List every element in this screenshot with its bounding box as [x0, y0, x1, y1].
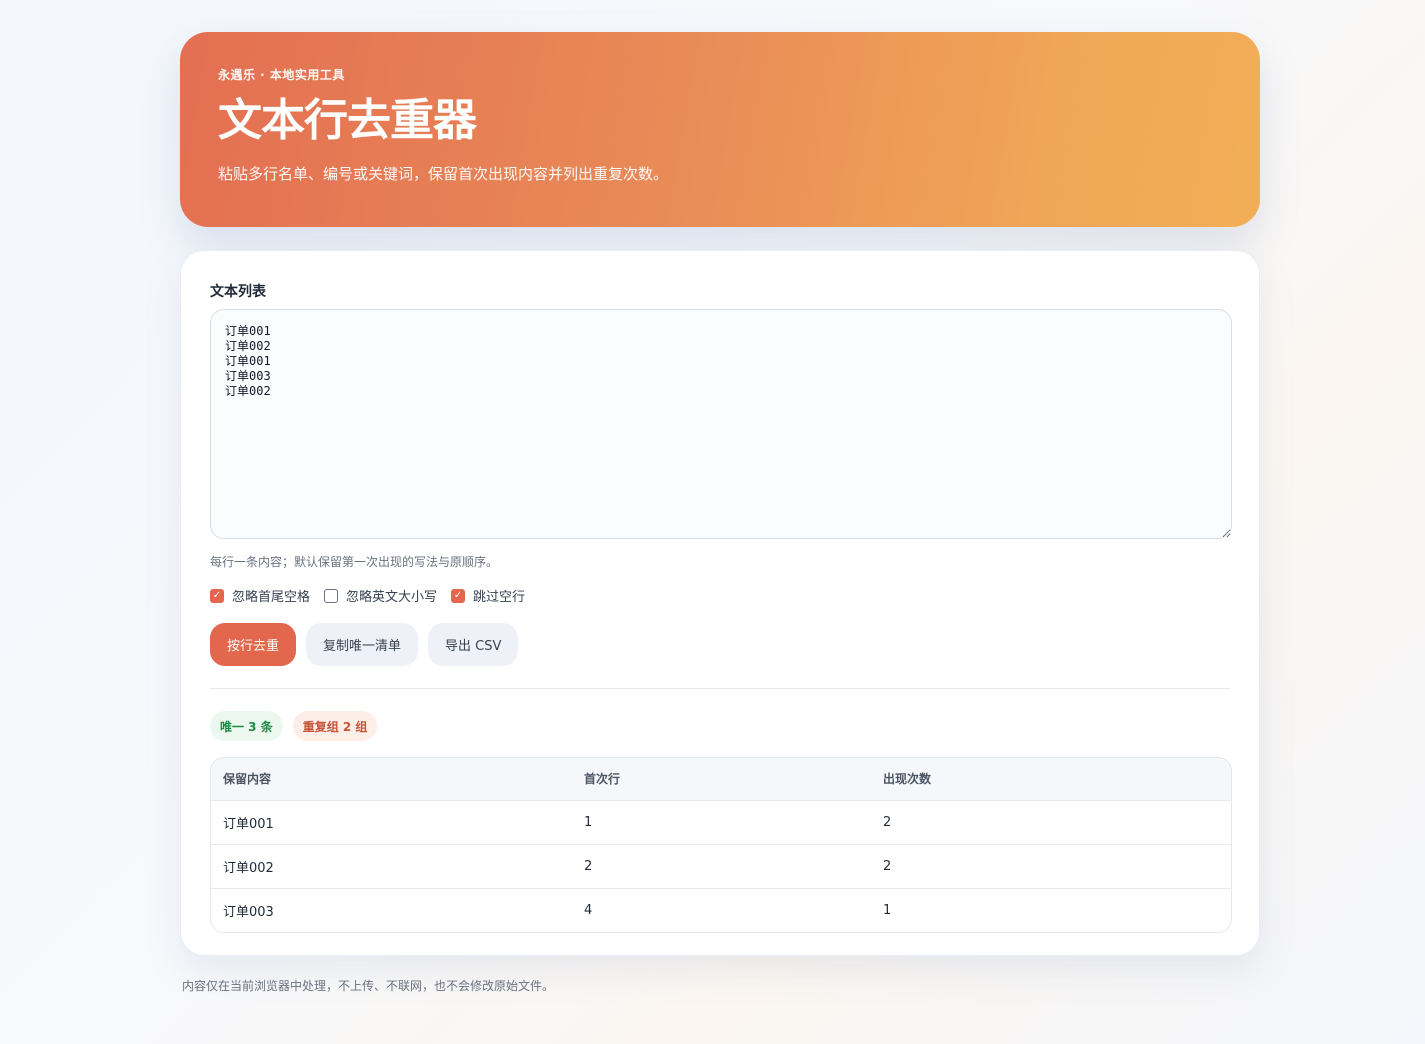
cell-count: 1 [871, 887, 1231, 932]
results-table: 保留内容 首次行 出现次数 订单001 1 2 订单002 2 2 订单003 [210, 757, 1232, 933]
text-list-label: 文本列表 [210, 284, 266, 300]
table-row: 订单002 2 2 [211, 843, 1231, 888]
privacy-note: 内容仅在当前浏览器中处理，不上传、不联网，也不会修改原始文件。 [182, 979, 555, 993]
copy-unique-button[interactable]: 复制唯一清单 [306, 623, 419, 666]
hero-banner: 永遇乐 · 本地实用工具 文本行去重器 粘贴多行名单、编号或关键词，保留首次出现… [180, 32, 1260, 227]
cell-content: 订单001 [211, 799, 572, 844]
ignore-case-checkbox[interactable] [324, 588, 339, 603]
text-list-input[interactable] [210, 309, 1232, 539]
action-buttons: 按行去重 复制唯一清单 导出 CSV [210, 623, 1230, 666]
ignore-case-label: 忽略英文大小写 [346, 590, 438, 605]
cell-first-line: 4 [572, 887, 871, 932]
options-row: 忽略首尾空格 忽略英文大小写 跳过空行 [210, 586, 1230, 605]
duplicate-groups-badge: 重复组 2 组 [292, 711, 378, 741]
trim-spaces-checkbox[interactable] [210, 588, 224, 603]
cell-first-line: 2 [572, 843, 871, 888]
dedupe-button[interactable]: 按行去重 [210, 623, 297, 666]
hero-subtitle: 粘贴多行名单、编号或关键词，保留首次出现内容并列出重复次数。 [218, 165, 669, 184]
main-card: 文本列表 每行一条内容；默认保留第一次出现的写法与原顺序。 忽略首尾空格 忽略英… [180, 250, 1260, 956]
page-title: 文本行去重器 [218, 95, 477, 146]
export-csv-button[interactable]: 导出 CSV [428, 623, 519, 666]
unique-count-badge: 唯一 3 条 [210, 711, 283, 741]
skip-empty-checkbox[interactable] [451, 588, 466, 603]
trim-spaces-label: 忽略首尾空格 [232, 590, 311, 605]
header-kept-content: 保留内容 [211, 758, 572, 800]
cell-count: 2 [871, 843, 1231, 888]
input-hint: 每行一条内容；默认保留第一次出现的写法与原顺序。 [210, 555, 499, 569]
table-row: 订单003 4 1 [211, 887, 1231, 932]
table-row: 订单001 1 2 [211, 799, 1231, 844]
header-first-line: 首次行 [572, 758, 871, 800]
skip-empty-label: 跳过空行 [473, 590, 526, 605]
cell-content: 订单002 [211, 843, 572, 888]
header-occurrences: 出现次数 [871, 758, 1231, 800]
hero-eyebrow: 永遇乐 · 本地实用工具 [218, 68, 345, 82]
cell-count: 2 [871, 799, 1231, 844]
option-trim-spaces[interactable]: 忽略首尾空格 [210, 586, 310, 605]
cell-content: 订单003 [211, 887, 572, 932]
table-header-row: 保留内容 首次行 出现次数 [211, 758, 1231, 800]
option-ignore-case[interactable]: 忽略英文大小写 [324, 586, 437, 605]
option-skip-empty[interactable]: 跳过空行 [451, 586, 525, 605]
divider [210, 688, 1230, 689]
cell-first-line: 1 [572, 799, 871, 844]
summary-badges: 唯一 3 条 重复组 2 组 [210, 711, 1230, 741]
